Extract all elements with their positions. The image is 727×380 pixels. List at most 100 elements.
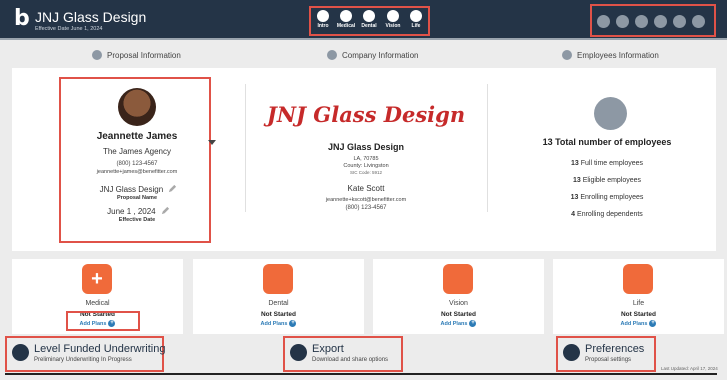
last-updated: Last Updated: April 17, 2024	[661, 366, 718, 371]
export-action[interactable]: Export Download and share options	[283, 336, 403, 372]
proposal-icon	[92, 50, 102, 60]
add-plans-label: Add Plans	[620, 320, 648, 327]
plus-circle-icon[interactable]: +	[289, 320, 297, 327]
chevron-down-icon[interactable]	[208, 140, 216, 145]
home-icon	[317, 10, 329, 22]
plus-circle-icon[interactable]: +	[469, 320, 477, 327]
toolbar-highlight	[590, 4, 716, 37]
download-icon	[290, 344, 307, 361]
stat-label: Eligible employees	[582, 177, 642, 184]
plan-nav-highlight: Intro Medical Dental Vision Life	[309, 6, 430, 36]
employee-stat: 13 Eligible employees	[502, 177, 712, 184]
list-icon[interactable]	[654, 15, 667, 28]
proposal-name-text: JNJ Glass Design	[99, 185, 164, 194]
stat-number: 13	[572, 177, 581, 184]
contact-email: jeannette+kscott@benefitter.com	[325, 197, 407, 203]
plan-name: Life	[632, 300, 645, 307]
plan-card-dental[interactable]: Dental Not Started Add Plans +	[193, 259, 364, 334]
plus-icon	[340, 10, 352, 22]
info-panel: Jeannette James The James Agency (800) 1…	[12, 68, 716, 251]
add-plans-label: Add Plans	[260, 320, 288, 327]
plan-card-vision[interactable]: Vision Not Started Add Plans +	[373, 259, 544, 334]
nav-life[interactable]: Life	[405, 10, 427, 29]
download-icon[interactable]	[635, 15, 648, 28]
nav-intro[interactable]: Intro	[312, 10, 334, 29]
heart-icon	[410, 10, 422, 22]
plan-name: Medical	[85, 300, 110, 307]
nav-intro-label: Intro	[317, 23, 329, 29]
effective-date-value[interactable]: June 1 , 2024	[62, 205, 212, 216]
preferences-action[interactable]: Preferences Proposal settings	[556, 336, 656, 372]
effective-date-label: Effective Date	[118, 217, 156, 223]
company-logo: JNJ Glass Design	[266, 102, 466, 127]
panel-divider	[245, 84, 246, 212]
eye-icon	[387, 10, 399, 22]
panel-divider	[487, 84, 488, 212]
nav-vision[interactable]: Vision	[382, 10, 404, 29]
plan-status: Not Started	[260, 311, 297, 318]
help-icon[interactable]	[673, 15, 686, 28]
add-plans-link[interactable]: Add Plans +	[553, 320, 724, 327]
pencil-icon	[12, 344, 29, 361]
medical-status-highlight	[66, 311, 140, 331]
eye-icon	[443, 264, 473, 294]
plus-circle-icon[interactable]: +	[649, 320, 657, 327]
export-subtitle: Download and share options	[312, 357, 389, 363]
proposal-name-label: Proposal Name	[116, 195, 158, 201]
pencil-icon[interactable]	[597, 15, 610, 28]
plan-card-life[interactable]: Life Not Started Add Plans +	[553, 259, 724, 334]
company-title: JNJ Glass Design	[35, 9, 147, 25]
avatar[interactable]	[118, 88, 156, 126]
employees-info-heading: Employees Information	[562, 47, 659, 63]
employees-info-label: Employees Information	[577, 50, 659, 60]
employees-icon	[562, 50, 572, 60]
plan-status: Not Started	[620, 311, 657, 318]
total-employees: 13 Total number of employees	[542, 137, 672, 147]
brand-logo[interactable]: b	[14, 6, 30, 31]
agency-name: The James Agency	[102, 147, 172, 156]
edit-pencil-icon[interactable]	[168, 184, 177, 193]
edit-pencil-icon[interactable]	[161, 206, 170, 215]
company-sic: SIC Code: 5912	[349, 170, 383, 175]
heart-icon	[623, 264, 653, 294]
company-name: JNJ Glass Design	[327, 142, 405, 152]
effective-date-text: June 1 , 2024	[107, 207, 156, 216]
company-info-heading: Company Information	[327, 47, 418, 63]
tooth-icon	[263, 264, 293, 294]
app-header: b JNJ Glass Design Effective Date June 1…	[0, 0, 727, 38]
share-icon[interactable]	[616, 15, 629, 28]
underwriting-action[interactable]: Level Funded Underwriting Preliminary Un…	[5, 336, 165, 372]
agent-phone: (800) 123-4567	[116, 161, 158, 167]
company-info-label: Company Information	[342, 50, 419, 60]
medical-plus-icon: +	[82, 264, 112, 294]
contact-phone: (800) 123-4567	[345, 205, 387, 211]
proposal-info-heading: Proposal Information	[92, 47, 181, 63]
add-plans-link[interactable]: Add Plans +	[193, 320, 364, 327]
nav-medical[interactable]: Medical	[335, 10, 357, 29]
nav-dental[interactable]: Dental	[358, 10, 380, 29]
underwriting-subtitle: Preliminary Underwriting In Progress	[34, 357, 132, 363]
employee-stat: 4 Enrolling dependents	[502, 211, 712, 218]
company-county: County: Livingston	[343, 163, 389, 169]
stat-number: 13	[571, 160, 579, 167]
stat-label: Enrolling dependents	[577, 211, 643, 218]
company-address: LA, 70785	[353, 156, 379, 162]
agent-email: jeannette+james@benefitter.com	[96, 169, 178, 175]
nav-vision-label: Vision	[385, 23, 401, 29]
header-divider	[0, 38, 727, 40]
add-plans-link[interactable]: Add Plans +	[373, 320, 544, 327]
export-title: Export	[312, 343, 344, 355]
nav-dental-label: Dental	[361, 23, 377, 29]
nav-life-label: Life	[411, 23, 421, 29]
plan-name: Vision	[449, 300, 468, 307]
bottom-divider	[5, 373, 717, 375]
proposal-name-value[interactable]: JNJ Glass Design	[62, 183, 212, 194]
gear-icon[interactable]	[692, 15, 705, 28]
stat-label: Enrolling employees	[580, 194, 644, 201]
proposal-info-label: Proposal Information	[107, 50, 181, 60]
employee-stat: 13 Enrolling employees	[502, 194, 712, 201]
contact-name: Kate Scott	[347, 184, 385, 193]
nav-medical-label: Medical	[336, 23, 356, 29]
tooth-icon	[363, 10, 375, 22]
plan-status: Not Started	[440, 311, 477, 318]
